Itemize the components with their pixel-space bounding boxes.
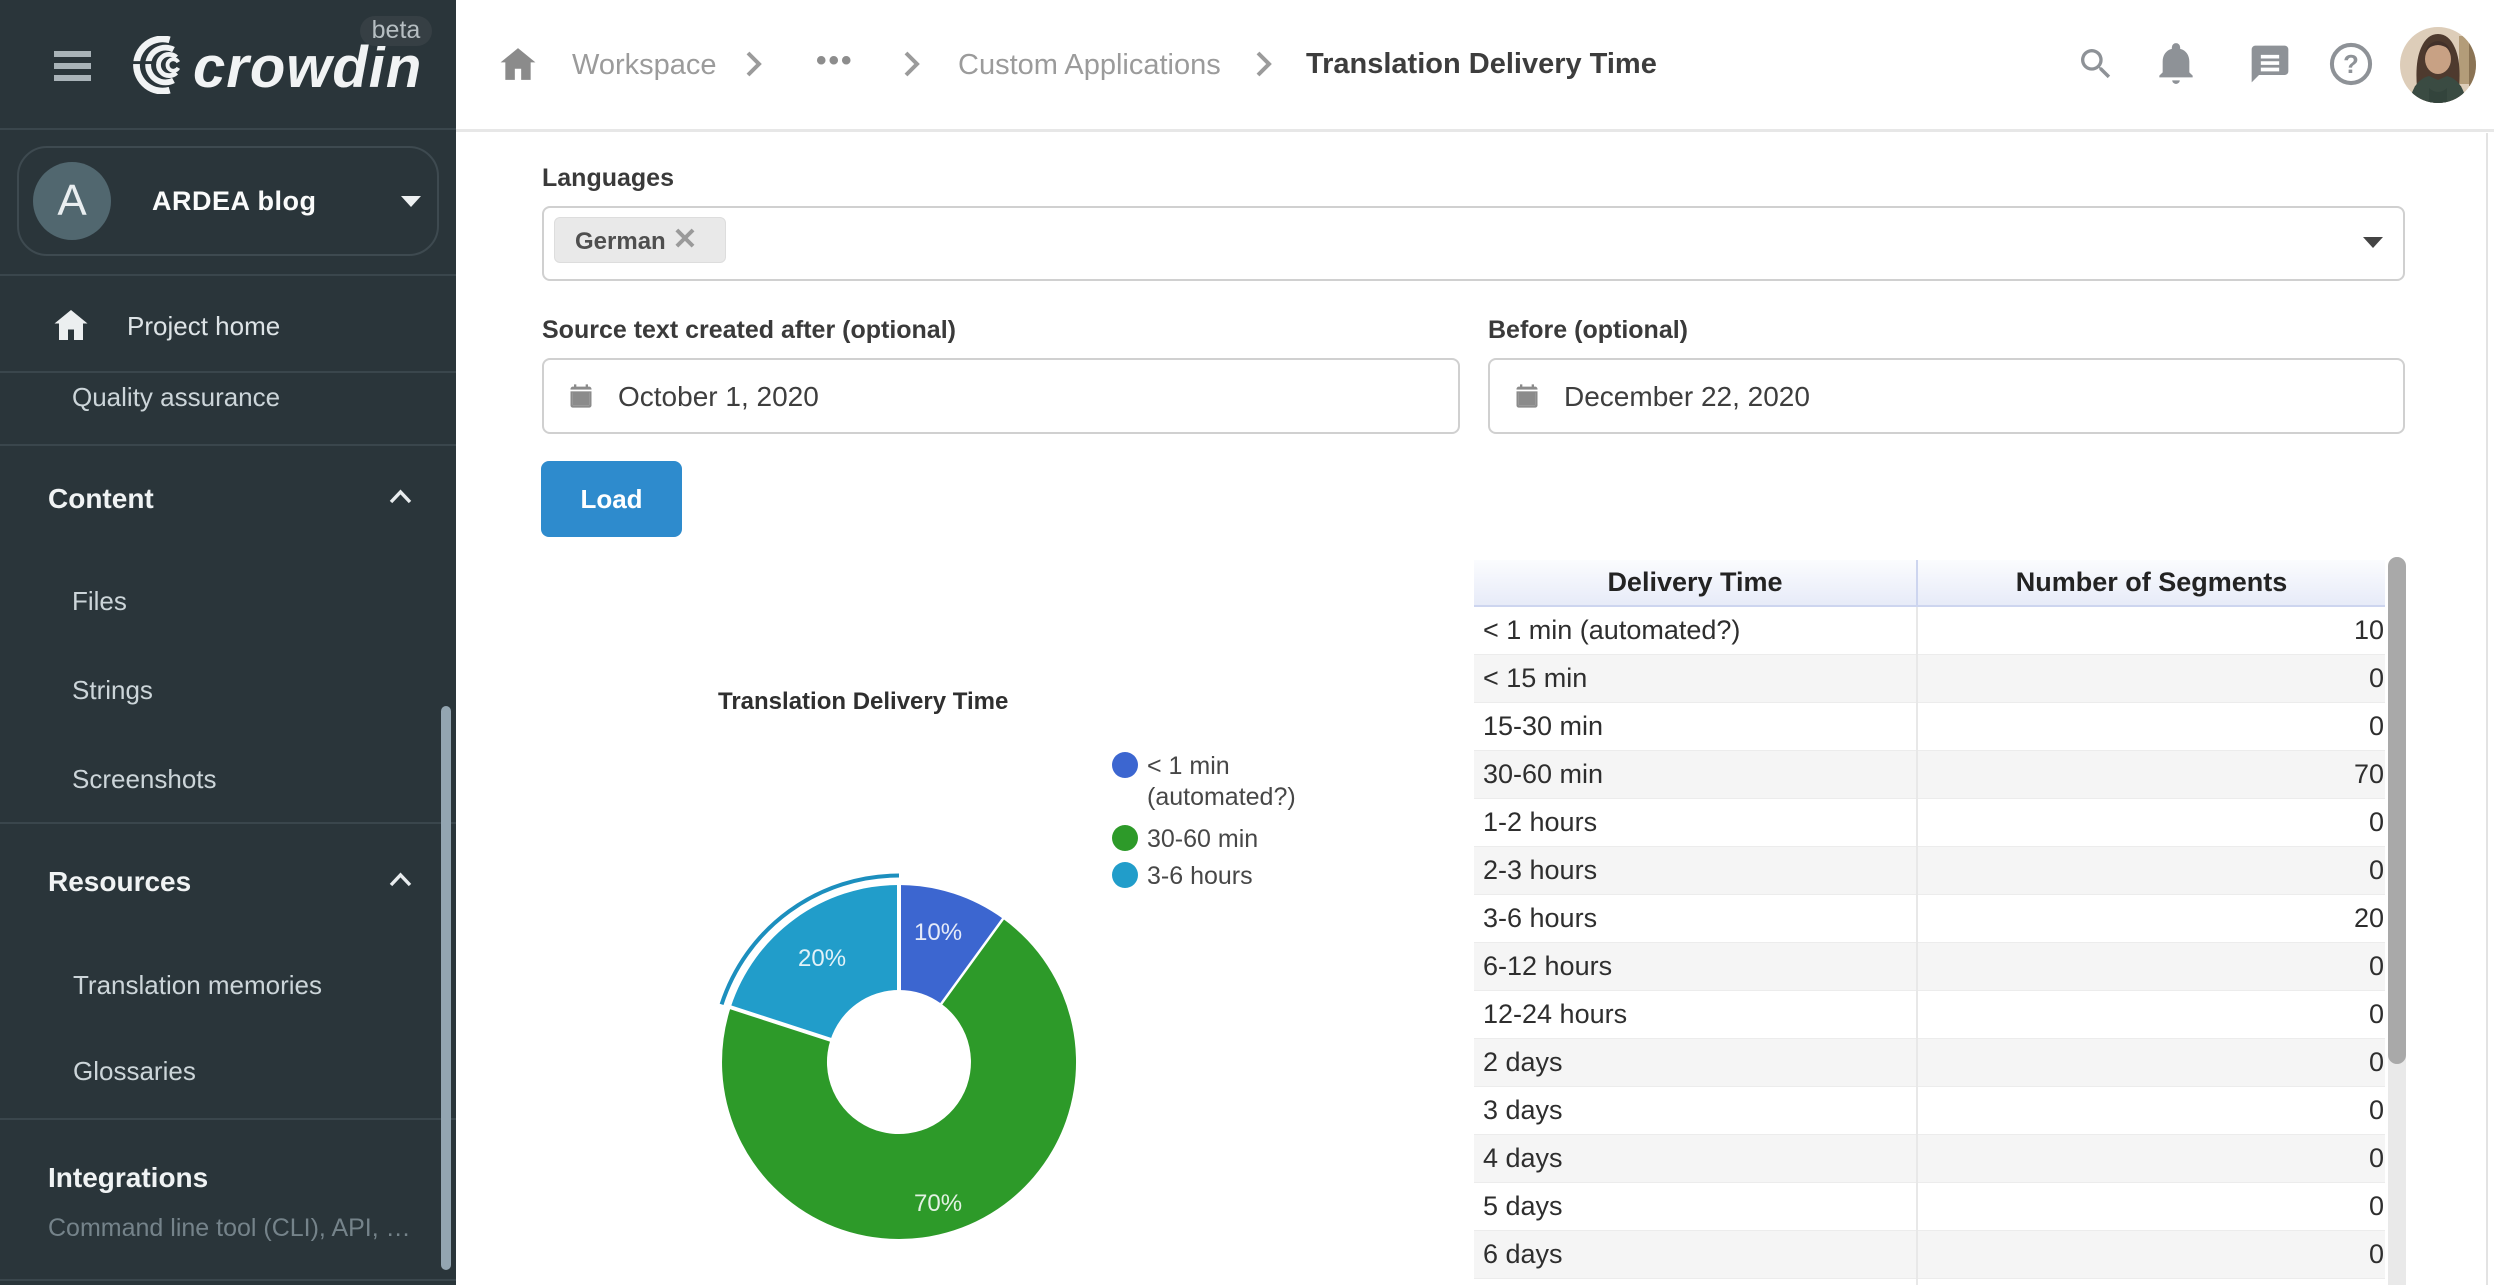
svg-text:?: ? xyxy=(2343,51,2359,79)
